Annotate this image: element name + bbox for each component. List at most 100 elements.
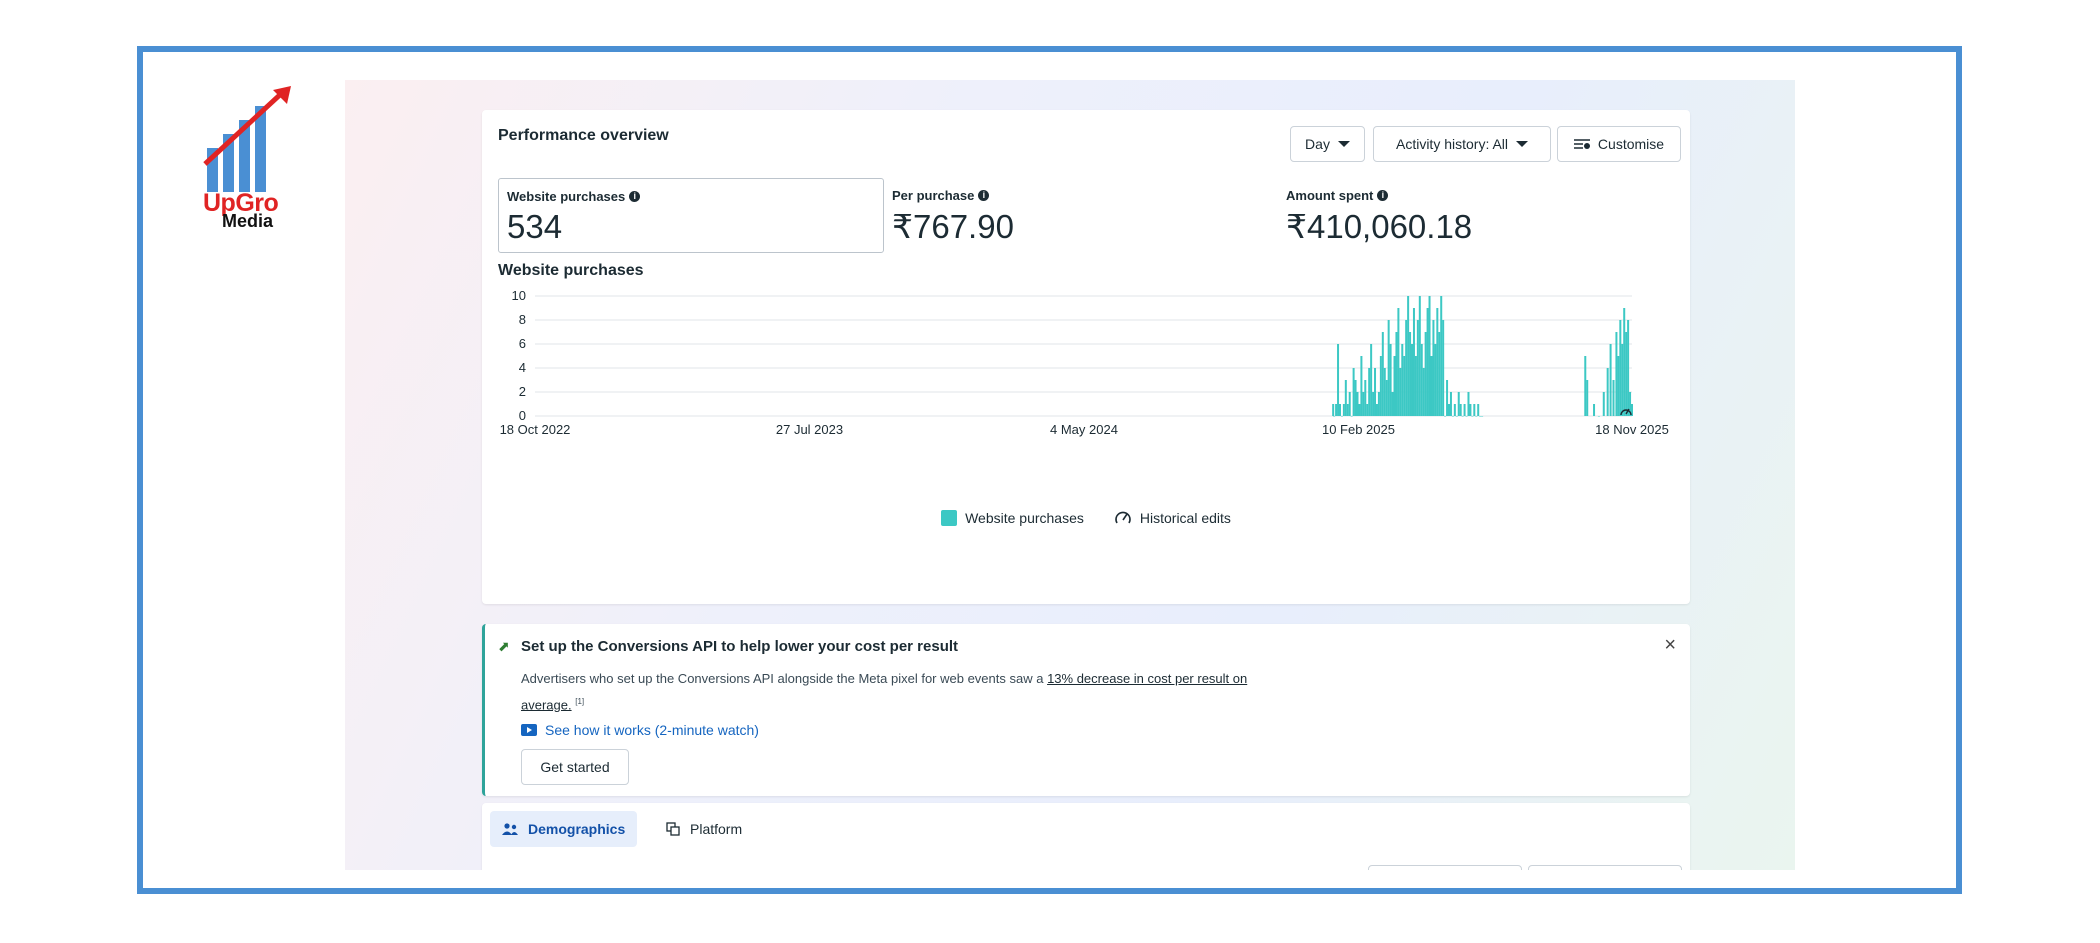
bar[interactable]: [1356, 392, 1359, 416]
bar[interactable]: [1364, 380, 1367, 416]
bar[interactable]: [1461, 416, 1464, 417]
bar[interactable]: [1442, 320, 1445, 416]
metric-dropdown[interactable]: [1528, 865, 1682, 870]
info-icon[interactable]: i: [1377, 190, 1389, 201]
bar[interactable]: [1451, 416, 1454, 417]
bar[interactable]: [1360, 356, 1363, 416]
bar[interactable]: [1420, 344, 1423, 416]
bar[interactable]: [1399, 368, 1402, 416]
metric-amount-spent[interactable]: Amount spent i ₹410,060.18: [1278, 178, 1664, 253]
bar[interactable]: [1362, 392, 1365, 416]
bar[interactable]: [1615, 332, 1618, 416]
bar[interactable]: [1358, 404, 1361, 416]
bar[interactable]: [1469, 404, 1472, 416]
bar[interactable]: [1627, 320, 1630, 416]
bar[interactable]: [1449, 392, 1452, 416]
bar[interactable]: [1621, 344, 1624, 416]
bar[interactable]: [1381, 332, 1384, 416]
bar[interactable]: [1434, 344, 1437, 416]
bar[interactable]: [1346, 404, 1349, 416]
day-dropdown[interactable]: Day: [1290, 126, 1365, 162]
bar[interactable]: [1340, 416, 1343, 417]
bar[interactable]: [1411, 344, 1414, 416]
bar[interactable]: [1473, 404, 1476, 416]
footnote[interactable]: [1]: [575, 697, 584, 706]
bar[interactable]: [1348, 392, 1351, 416]
bar[interactable]: [1438, 332, 1441, 416]
bar[interactable]: [1391, 392, 1394, 416]
bar[interactable]: [1444, 416, 1447, 417]
bar[interactable]: [1385, 380, 1388, 416]
bar[interactable]: [1471, 416, 1474, 417]
bar[interactable]: [1597, 416, 1600, 417]
legend-item-historical-edits[interactable]: Historical edits: [1114, 510, 1231, 526]
bar[interactable]: [1602, 392, 1605, 416]
bar[interactable]: [1379, 356, 1382, 416]
bar[interactable]: [1354, 380, 1357, 416]
bar[interactable]: [1350, 416, 1353, 417]
legend-item-website-purchases[interactable]: Website purchases: [941, 510, 1084, 526]
bar[interactable]: [1609, 344, 1612, 416]
bar[interactable]: [1374, 368, 1377, 416]
activity-history-dropdown[interactable]: Activity history: All: [1373, 126, 1551, 162]
bar[interactable]: [1479, 416, 1482, 417]
bar[interactable]: [1383, 368, 1386, 416]
bar[interactable]: [1389, 344, 1392, 416]
bar[interactable]: [1352, 368, 1355, 416]
bar[interactable]: [1612, 380, 1615, 416]
bar[interactable]: [1586, 380, 1589, 416]
bar[interactable]: [1430, 356, 1433, 416]
bar[interactable]: [1475, 416, 1478, 417]
close-icon[interactable]: ×: [1664, 634, 1676, 657]
bar[interactable]: [1465, 416, 1468, 417]
bar[interactable]: [1387, 320, 1390, 416]
bar[interactable]: [1409, 332, 1412, 416]
get-started-button[interactable]: Get started: [521, 749, 629, 785]
bar[interactable]: [1428, 296, 1431, 416]
bar[interactable]: [1467, 392, 1470, 416]
bar[interactable]: [1455, 416, 1458, 417]
bar[interactable]: [1337, 344, 1340, 416]
bar[interactable]: [1448, 404, 1451, 416]
bar[interactable]: [1436, 308, 1439, 416]
bar[interactable]: [1463, 404, 1466, 416]
bar[interactable]: [1342, 404, 1345, 416]
bar[interactable]: [1416, 320, 1419, 416]
bar[interactable]: [1344, 380, 1347, 416]
bar[interactable]: [1401, 344, 1404, 416]
customise-button[interactable]: Customise: [1557, 126, 1681, 162]
bar[interactable]: [1617, 356, 1620, 416]
metric-website-purchases[interactable]: Website purchases i 534: [498, 178, 884, 253]
bar[interactable]: [1397, 308, 1400, 416]
breakdown-dropdown[interactable]: [1368, 865, 1522, 870]
bar[interactable]: [1332, 404, 1335, 416]
bar[interactable]: [1606, 368, 1609, 416]
bar[interactable]: [1333, 416, 1336, 417]
bar[interactable]: [1414, 356, 1417, 416]
bar[interactable]: [1459, 404, 1462, 416]
tab-platform[interactable]: Platform: [654, 811, 754, 847]
bar[interactable]: [1625, 332, 1628, 416]
bar[interactable]: [1405, 320, 1408, 416]
bar[interactable]: [1377, 392, 1380, 416]
tab-demographics[interactable]: Demographics: [490, 811, 638, 847]
bar[interactable]: [1584, 356, 1587, 416]
bar[interactable]: [1370, 344, 1373, 416]
bar[interactable]: [1395, 332, 1398, 416]
bar[interactable]: [1338, 404, 1341, 416]
metric-per-purchase[interactable]: Per purchase i ₹767.90: [884, 178, 1270, 253]
bar[interactable]: [1593, 404, 1596, 416]
bar[interactable]: [1372, 392, 1375, 416]
bar[interactable]: [1619, 320, 1622, 416]
watch-video-link[interactable]: See how it works (2-minute watch): [521, 722, 759, 738]
bar[interactable]: [1623, 308, 1626, 416]
bar[interactable]: [1432, 320, 1435, 416]
bar[interactable]: [1403, 356, 1406, 416]
bar[interactable]: [1375, 404, 1378, 416]
bar[interactable]: [1446, 380, 1449, 416]
bar[interactable]: [1481, 416, 1484, 417]
bar[interactable]: [1418, 296, 1421, 416]
bar[interactable]: [1422, 368, 1425, 416]
bar[interactable]: [1440, 296, 1443, 416]
bar[interactable]: [1393, 356, 1396, 416]
